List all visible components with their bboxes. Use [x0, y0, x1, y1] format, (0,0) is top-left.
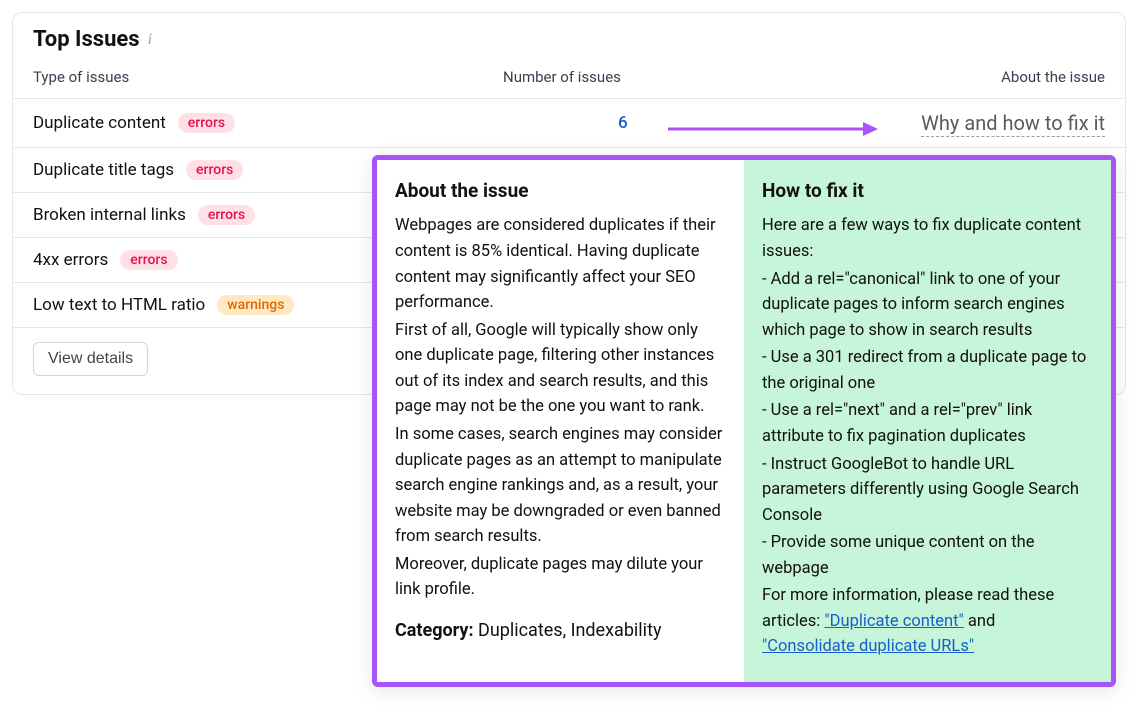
- category-row: Category: Duplicates, Indexability: [395, 617, 726, 645]
- fix-bullet: - Provide some unique content on the web…: [762, 530, 1093, 581]
- about-issue-link[interactable]: Why and how to fix it: [921, 111, 1105, 137]
- col-header-number: Number of issues: [503, 68, 743, 86]
- fix-bullet: - Use a rel="next" and a rel="prev" link…: [762, 398, 1093, 449]
- fix-more-mid: and: [964, 612, 996, 631]
- category-value: Duplicates, Indexability: [478, 620, 661, 641]
- issue-name: 4xx errors: [33, 250, 108, 270]
- panel-title: Top Issues: [33, 27, 140, 52]
- fix-link-consolidate-urls[interactable]: "Consolidate duplicate URLs": [762, 637, 974, 656]
- fix-more-info: For more information, please read these …: [762, 583, 1093, 660]
- issue-name: Broken internal links: [33, 205, 186, 225]
- view-details-button[interactable]: View details: [33, 342, 148, 376]
- info-icon[interactable]: i: [148, 32, 152, 48]
- col-header-type: Type of issues: [33, 68, 503, 86]
- fix-link-duplicate-content[interactable]: "Duplicate content": [824, 612, 963, 631]
- issue-help-popup: About the issue Webpages are considered …: [372, 155, 1116, 687]
- severity-badge: errors: [186, 160, 243, 180]
- col-header-about: About the issue: [743, 68, 1105, 86]
- severity-badge: errors: [178, 113, 235, 133]
- issue-count-link[interactable]: 6: [503, 113, 628, 133]
- category-label: Category:: [395, 620, 474, 641]
- severity-badge: warnings: [217, 295, 294, 315]
- table-row[interactable]: Duplicate content errors 6 Why and how t…: [13, 99, 1125, 148]
- severity-badge: errors: [120, 250, 177, 270]
- severity-badge: errors: [198, 205, 255, 225]
- fix-bullet: - Instruct GoogleBot to handle URL param…: [762, 452, 1093, 529]
- about-issue-section: About the issue Webpages are considered …: [377, 160, 744, 682]
- issue-name: Low text to HTML ratio: [33, 295, 205, 315]
- about-issue-text: Moreover, duplicate pages may dilute you…: [395, 552, 726, 603]
- top-issues-panel: Top Issues i Type of issues Number of is…: [12, 12, 1126, 395]
- fix-intro-text: Here are a few ways to fix duplicate con…: [762, 213, 1093, 264]
- fix-bullet: - Add a rel="canonical" link to one of y…: [762, 267, 1093, 344]
- issue-name: Duplicate content: [33, 113, 166, 133]
- about-issue-text: First of all, Google will typically show…: [395, 318, 726, 420]
- column-headers: Type of issues Number of issues About th…: [13, 62, 1125, 99]
- about-issue-text: Webpages are considered duplicates if th…: [395, 213, 726, 315]
- how-to-fix-section: How to fix it Here are a few ways to fix…: [744, 160, 1111, 682]
- fix-bullet: - Use a 301 redirect from a duplicate pa…: [762, 345, 1093, 396]
- about-issue-heading: About the issue: [395, 176, 726, 205]
- panel-header: Top Issues i: [13, 13, 1125, 62]
- about-issue-text: In some cases, search engines may consid…: [395, 422, 726, 550]
- how-to-fix-heading: How to fix it: [762, 176, 1093, 205]
- issue-name: Duplicate title tags: [33, 160, 174, 180]
